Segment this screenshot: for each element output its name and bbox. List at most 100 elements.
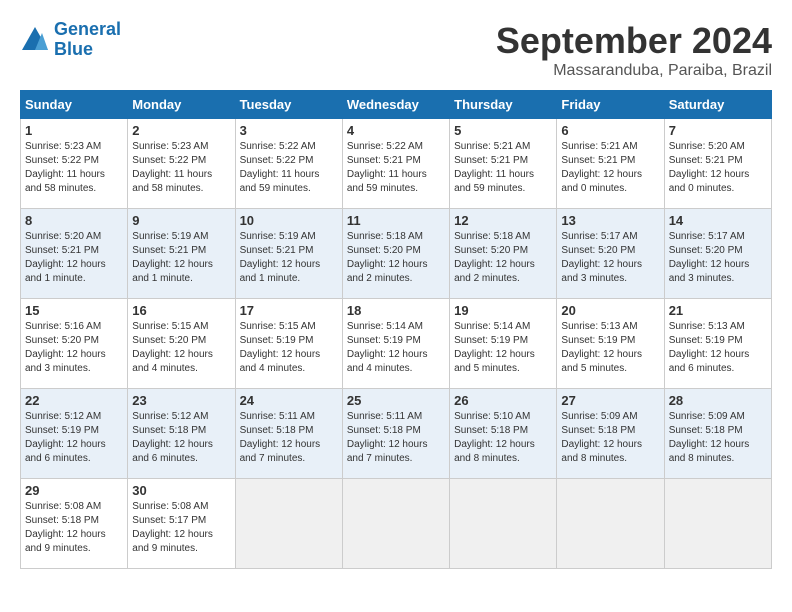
title-section: September 2024 Massaranduba, Paraiba, Br… [496,20,772,80]
day-number: 9 [132,213,230,228]
calendar-week-2: 8Sunrise: 5:20 AMSunset: 5:21 PMDaylight… [21,209,772,299]
day-info: Sunrise: 5:18 AMSunset: 5:20 PMDaylight:… [347,230,445,286]
day-info: Sunrise: 5:19 AMSunset: 5:21 PMDaylight:… [240,230,338,286]
day-11: 11Sunrise: 5:18 AMSunset: 5:20 PMDayligh… [342,209,449,299]
header-cell-saturday: Saturday [664,91,771,119]
day-info: Sunrise: 5:20 AMSunset: 5:21 PMDaylight:… [669,140,767,196]
day-number: 1 [25,123,123,138]
location-subtitle: Massaranduba, Paraiba, Brazil [496,62,772,80]
day-2: 2 Sunrise: 5:23 AMSunset: 5:22 PMDaylight… [128,119,235,209]
empty-cell [557,479,664,569]
day-number: 20 [561,303,659,318]
calendar-body: 1 Sunrise: 5:23 AMSunset: 5:22 PMDaylight… [21,119,772,569]
header-row: SundayMondayTuesdayWednesdayThursdayFrid… [21,91,772,119]
day-number: 8 [25,213,123,228]
month-title: September 2024 [496,20,772,62]
day-info: Sunrise: 5:19 AMSunset: 5:21 PMDaylight:… [132,230,230,286]
day-info: Sunrise: 5:23 AMSunset: 5:22 PMDaylight:… [25,140,123,196]
day-27: 27Sunrise: 5:09 AMSunset: 5:18 PMDayligh… [557,389,664,479]
day-info: Sunrise: 5:12 AMSunset: 5:19 PMDaylight:… [25,410,123,466]
day-29: 29 Sunrise: 5:08 AMSunset: 5:18 PMDayligh… [21,479,128,569]
day-number: 29 [25,483,123,498]
day-10: 10 Sunrise: 5:19 AMSunset: 5:21 PMDayligh… [235,209,342,299]
day-26: 26Sunrise: 5:10 AMSunset: 5:18 PMDayligh… [450,389,557,479]
day-info: Sunrise: 5:09 AMSunset: 5:18 PMDaylight:… [669,410,767,466]
logo: General Blue [20,20,121,60]
day-30: 30 Sunrise: 5:08 AMSunset: 5:17 PMDayligh… [128,479,235,569]
day-info: Sunrise: 5:11 AMSunset: 5:18 PMDaylight:… [347,410,445,466]
day-info: Sunrise: 5:15 AMSunset: 5:19 PMDaylight:… [240,320,338,376]
day-info: Sunrise: 5:17 AMSunset: 5:20 PMDaylight:… [669,230,767,286]
day-16: 16 Sunrise: 5:15 AMSunset: 5:20 PMDayligh… [128,299,235,389]
header-cell-tuesday: Tuesday [235,91,342,119]
day-number: 23 [132,393,230,408]
day-7: 7 Sunrise: 5:20 AMSunset: 5:21 PMDaylight… [664,119,771,209]
day-28: 28Sunrise: 5:09 AMSunset: 5:18 PMDayligh… [664,389,771,479]
day-number: 14 [669,213,767,228]
day-number: 4 [347,123,445,138]
day-info: Sunrise: 5:23 AMSunset: 5:22 PMDaylight:… [132,140,230,196]
day-22: 22 Sunrise: 5:12 AMSunset: 5:19 PMDayligh… [21,389,128,479]
header-cell-thursday: Thursday [450,91,557,119]
header-cell-friday: Friday [557,91,664,119]
header: General Blue September 2024 Massaranduba… [20,20,772,80]
empty-cell [342,479,449,569]
day-info: Sunrise: 5:13 AMSunset: 5:19 PMDaylight:… [669,320,767,376]
day-number: 10 [240,213,338,228]
day-info: Sunrise: 5:22 AMSunset: 5:21 PMDaylight:… [347,140,445,196]
day-9: 9 Sunrise: 5:19 AMSunset: 5:21 PMDaylight… [128,209,235,299]
calendar-week-5: 29 Sunrise: 5:08 AMSunset: 5:18 PMDayligh… [21,479,772,569]
day-info: Sunrise: 5:08 AMSunset: 5:18 PMDaylight:… [25,500,123,556]
day-number: 5 [454,123,552,138]
empty-cell [450,479,557,569]
day-4: 4 Sunrise: 5:22 AMSunset: 5:21 PMDaylight… [342,119,449,209]
day-3: 3 Sunrise: 5:22 AMSunset: 5:22 PMDaylight… [235,119,342,209]
day-number: 22 [25,393,123,408]
day-number: 6 [561,123,659,138]
day-number: 16 [132,303,230,318]
day-1: 1 Sunrise: 5:23 AMSunset: 5:22 PMDaylight… [21,119,128,209]
day-number: 2 [132,123,230,138]
day-15: 15Sunrise: 5:16 AMSunset: 5:20 PMDayligh… [21,299,128,389]
day-info: Sunrise: 5:13 AMSunset: 5:19 PMDaylight:… [561,320,659,376]
day-info: Sunrise: 5:12 AMSunset: 5:18 PMDaylight:… [132,410,230,466]
calendar-week-4: 22 Sunrise: 5:12 AMSunset: 5:19 PMDayligh… [21,389,772,479]
day-8: 8Sunrise: 5:20 AMSunset: 5:21 PMDaylight… [21,209,128,299]
day-13: 13 Sunrise: 5:17 AMSunset: 5:20 PMDayligh… [557,209,664,299]
day-number: 30 [132,483,230,498]
day-17: 17Sunrise: 5:15 AMSunset: 5:19 PMDayligh… [235,299,342,389]
calendar-header: SundayMondayTuesdayWednesdayThursdayFrid… [21,91,772,119]
empty-cell [235,479,342,569]
day-25: 25 Sunrise: 5:11 AMSunset: 5:18 PMDayligh… [342,389,449,479]
empty-cell [664,479,771,569]
calendar-week-3: 15Sunrise: 5:16 AMSunset: 5:20 PMDayligh… [21,299,772,389]
header-cell-sunday: Sunday [21,91,128,119]
day-info: Sunrise: 5:17 AMSunset: 5:20 PMDaylight:… [561,230,659,286]
day-number: 19 [454,303,552,318]
day-info: Sunrise: 5:08 AMSunset: 5:17 PMDaylight:… [132,500,230,556]
day-info: Sunrise: 5:14 AMSunset: 5:19 PMDaylight:… [454,320,552,376]
header-cell-wednesday: Wednesday [342,91,449,119]
day-number: 15 [25,303,123,318]
day-info: Sunrise: 5:14 AMSunset: 5:19 PMDaylight:… [347,320,445,376]
day-number: 7 [669,123,767,138]
day-14: 14 Sunrise: 5:17 AMSunset: 5:20 PMDayligh… [664,209,771,299]
logo-text: General Blue [54,20,121,60]
day-number: 18 [347,303,445,318]
day-19: 19 Sunrise: 5:14 AMSunset: 5:19 PMDayligh… [450,299,557,389]
day-info: Sunrise: 5:18 AMSunset: 5:20 PMDaylight:… [454,230,552,286]
logo-icon [20,25,50,55]
day-number: 12 [454,213,552,228]
day-number: 21 [669,303,767,318]
day-24: 24Sunrise: 5:11 AMSunset: 5:18 PMDayligh… [235,389,342,479]
day-number: 13 [561,213,659,228]
day-number: 25 [347,393,445,408]
day-number: 3 [240,123,338,138]
day-23: 23 Sunrise: 5:12 AMSunset: 5:18 PMDayligh… [128,389,235,479]
day-info: Sunrise: 5:11 AMSunset: 5:18 PMDaylight:… [240,410,338,466]
day-18: 18 Sunrise: 5:14 AMSunset: 5:19 PMDayligh… [342,299,449,389]
day-info: Sunrise: 5:15 AMSunset: 5:20 PMDaylight:… [132,320,230,376]
day-12: 12 Sunrise: 5:18 AMSunset: 5:20 PMDayligh… [450,209,557,299]
day-info: Sunrise: 5:22 AMSunset: 5:22 PMDaylight:… [240,140,338,196]
day-6: 6Sunrise: 5:21 AMSunset: 5:21 PMDaylight… [557,119,664,209]
